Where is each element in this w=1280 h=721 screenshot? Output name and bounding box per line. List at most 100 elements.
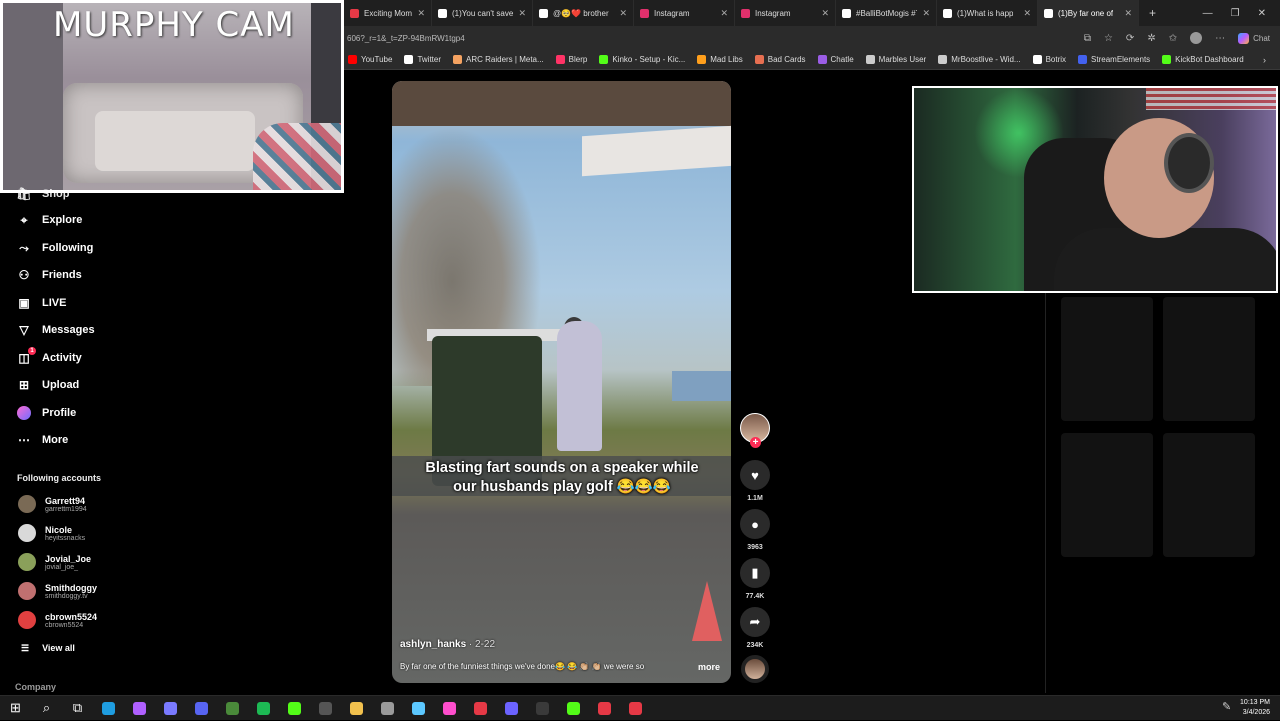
comment-count: 3963	[747, 544, 763, 551]
address-bar[interactable]: 606?_r=1&_t=ZP-94BmRW1tgp4 ⧉ ☆ ⟳ ✲ ✩ ⋯ C…	[344, 26, 1280, 50]
following-account[interactable]: Smithdoggy smithdoggy.tv	[18, 582, 97, 600]
sidebar-item-friends[interactable]: ⚇ Friends	[17, 268, 82, 282]
favorite-star-icon[interactable]: ☆	[1104, 33, 1113, 44]
app-icon-3[interactable]	[155, 696, 186, 721]
sidebar-item-messages[interactable]: ▽ Messages	[17, 323, 94, 337]
bookmark-item[interactable]: ARC Raiders | Meta...	[453, 55, 544, 64]
app-icon-15[interactable]	[527, 696, 558, 721]
browser-tab[interactable]: (1)What is happ ✕	[937, 0, 1038, 26]
browser-tab[interactable]: #BalliBotMogis #Tre ✕	[836, 0, 937, 26]
browser-tab[interactable]: Instagram ✕	[634, 0, 735, 26]
close-tab-icon[interactable]: ✕	[821, 8, 829, 19]
following-account[interactable]: Garrett94 garrettm1994	[18, 495, 87, 513]
close-tab-icon[interactable]: ✕	[720, 8, 728, 19]
browser-tab[interactable]: Exciting Moments i ✕	[344, 0, 432, 26]
bookmark-label: Bad Cards	[767, 55, 806, 64]
like-button[interactable]: ♥	[740, 460, 770, 490]
copilot-chat-button[interactable]: Chat	[1238, 32, 1270, 44]
following-account[interactable]: Jovial_Joe jovial_joe_	[18, 553, 91, 571]
close-tab-icon[interactable]: ✕	[1023, 8, 1031, 19]
new-tab-button[interactable]: +	[1139, 6, 1166, 20]
view-all-button[interactable]: ☰ View all	[21, 643, 75, 654]
sidebar-item-activity[interactable]: ◫ Activity 1	[17, 347, 82, 365]
browser-profile-avatar[interactable]	[1190, 32, 1203, 44]
bookmark-label: Kinko - Setup - Kic...	[612, 55, 686, 64]
search-icon[interactable]: ⌕	[31, 696, 62, 721]
bookmarks-overflow-chevron-icon[interactable]: ›	[1263, 55, 1280, 65]
video-player[interactable]: Blasting fart sounds on a speaker while …	[392, 81, 731, 683]
bookmark-item[interactable]: Mad Libs	[697, 55, 743, 64]
task-view-icon[interactable]: ⧉	[62, 696, 93, 721]
comment-button[interactable]: ●	[740, 509, 770, 539]
video-author[interactable]: ashlyn_hanks · 2-22	[400, 639, 495, 650]
close-tab-icon[interactable]: ✕	[922, 8, 930, 19]
kick-icon[interactable]	[279, 696, 310, 721]
account-handle: heyitssnacks	[45, 534, 86, 542]
bookmark-item[interactable]: StreamElements	[1078, 55, 1150, 64]
bookmark-item[interactable]: Marbles User	[865, 55, 926, 64]
close-tab-icon[interactable]: ✕	[1124, 8, 1132, 19]
following-account[interactable]: Nicole heyitssnacks	[18, 524, 85, 542]
bookmark-item[interactable]: Twitter	[404, 55, 441, 64]
app-icon-11[interactable]	[403, 696, 434, 721]
discord-icon[interactable]	[186, 696, 217, 721]
close-window-icon[interactable]: ✕	[1258, 8, 1266, 19]
sidebar-item-upload[interactable]: ⊞ Upload	[17, 378, 79, 392]
sidebar-item-profile[interactable]: Profile	[17, 406, 76, 420]
minimize-icon[interactable]: —	[1203, 8, 1213, 19]
app-icon-16[interactable]	[558, 696, 589, 721]
bookmark-item[interactable]: Blerp	[555, 55, 587, 64]
following-account[interactable]: cbrown5524 cbrown5524	[18, 611, 97, 629]
pen-tray-icon[interactable]: ✎	[1222, 700, 1245, 713]
app-icon-13[interactable]	[465, 696, 496, 721]
sidebar-item-more[interactable]: ⋯ More	[17, 433, 68, 447]
split-screen-icon[interactable]: ⧉	[1084, 33, 1091, 44]
app-icon-10[interactable]	[372, 696, 403, 721]
browser-menu-icon[interactable]: ⋯	[1215, 33, 1225, 44]
app-icon-17[interactable]	[589, 696, 620, 721]
more-button[interactable]: more	[698, 662, 720, 672]
app-icon-18[interactable]	[620, 696, 651, 721]
bookmark-item[interactable]: MrBoostlive - Wid...	[938, 55, 1021, 64]
extensions-icon[interactable]: ✲	[1147, 33, 1155, 44]
following-accounts-title: Following accounts	[17, 473, 102, 483]
bookmark-item[interactable]: Botrix	[1032, 55, 1066, 64]
app-icon-12[interactable]	[434, 696, 465, 721]
sidebar-item-shop[interactable]: 🛍 Shop	[16, 187, 69, 201]
compass-icon: ⌖	[20, 212, 28, 227]
browser-tab[interactable]: (1)You can't save th ✕	[432, 0, 533, 26]
bookmark-item[interactable]: KickBot Dashboard	[1162, 55, 1244, 64]
windows-start-icon[interactable]: ⊞	[0, 696, 31, 721]
spotify-icon[interactable]	[248, 696, 279, 721]
file-explorer-icon[interactable]	[341, 696, 372, 721]
bookmark-item[interactable]: YouTube	[348, 55, 392, 64]
music-disc-avatar[interactable]	[741, 655, 769, 683]
app-icon-8[interactable]	[310, 696, 341, 721]
bookmark-item[interactable]: Bad Cards	[754, 55, 806, 64]
edge-icon[interactable]	[93, 696, 124, 721]
save-button[interactable]: ▮	[740, 558, 770, 588]
company-link[interactable]: Company	[15, 682, 56, 692]
app-icon-14[interactable]	[496, 696, 527, 721]
sidebar-item-live[interactable]: ▣ LIVE	[17, 296, 66, 310]
browser-tab[interactable]: @🥺❤️ brother ✕	[533, 0, 634, 26]
sidebar-item-following[interactable]: ⤳ Following	[17, 241, 93, 255]
share-button[interactable]: ➦	[740, 607, 770, 637]
bookmark-item[interactable]: Kinko - Setup - Kic...	[599, 55, 685, 64]
close-tab-icon[interactable]: ✕	[417, 8, 425, 19]
browser-tab[interactable]: (1)By far one of ✕	[1038, 0, 1139, 26]
minecraft-icon[interactable]	[217, 696, 248, 721]
url-text[interactable]: 606?_r=1&_t=ZP-94BmRW1tgp4	[347, 34, 465, 43]
favorites-icon[interactable]: ✩	[1169, 33, 1177, 44]
bookmark-item[interactable]: Chatle	[817, 55, 854, 64]
system-clock[interactable]: 10:13 PM 3/4/2026	[1240, 698, 1280, 718]
close-tab-icon[interactable]: ✕	[518, 8, 526, 19]
maximize-icon[interactable]: ❐	[1231, 8, 1240, 19]
follow-plus-button[interactable]: +	[750, 437, 761, 448]
refresh-icon[interactable]: ⟳	[1126, 33, 1134, 44]
browser-tab[interactable]: Instagram ✕	[735, 0, 836, 26]
author-name[interactable]: ashlyn_hanks	[400, 639, 466, 650]
sidebar-item-explore[interactable]: ⌖ Explore	[17, 212, 83, 227]
app-icon-2[interactable]	[124, 696, 155, 721]
close-tab-icon[interactable]: ✕	[619, 8, 627, 19]
